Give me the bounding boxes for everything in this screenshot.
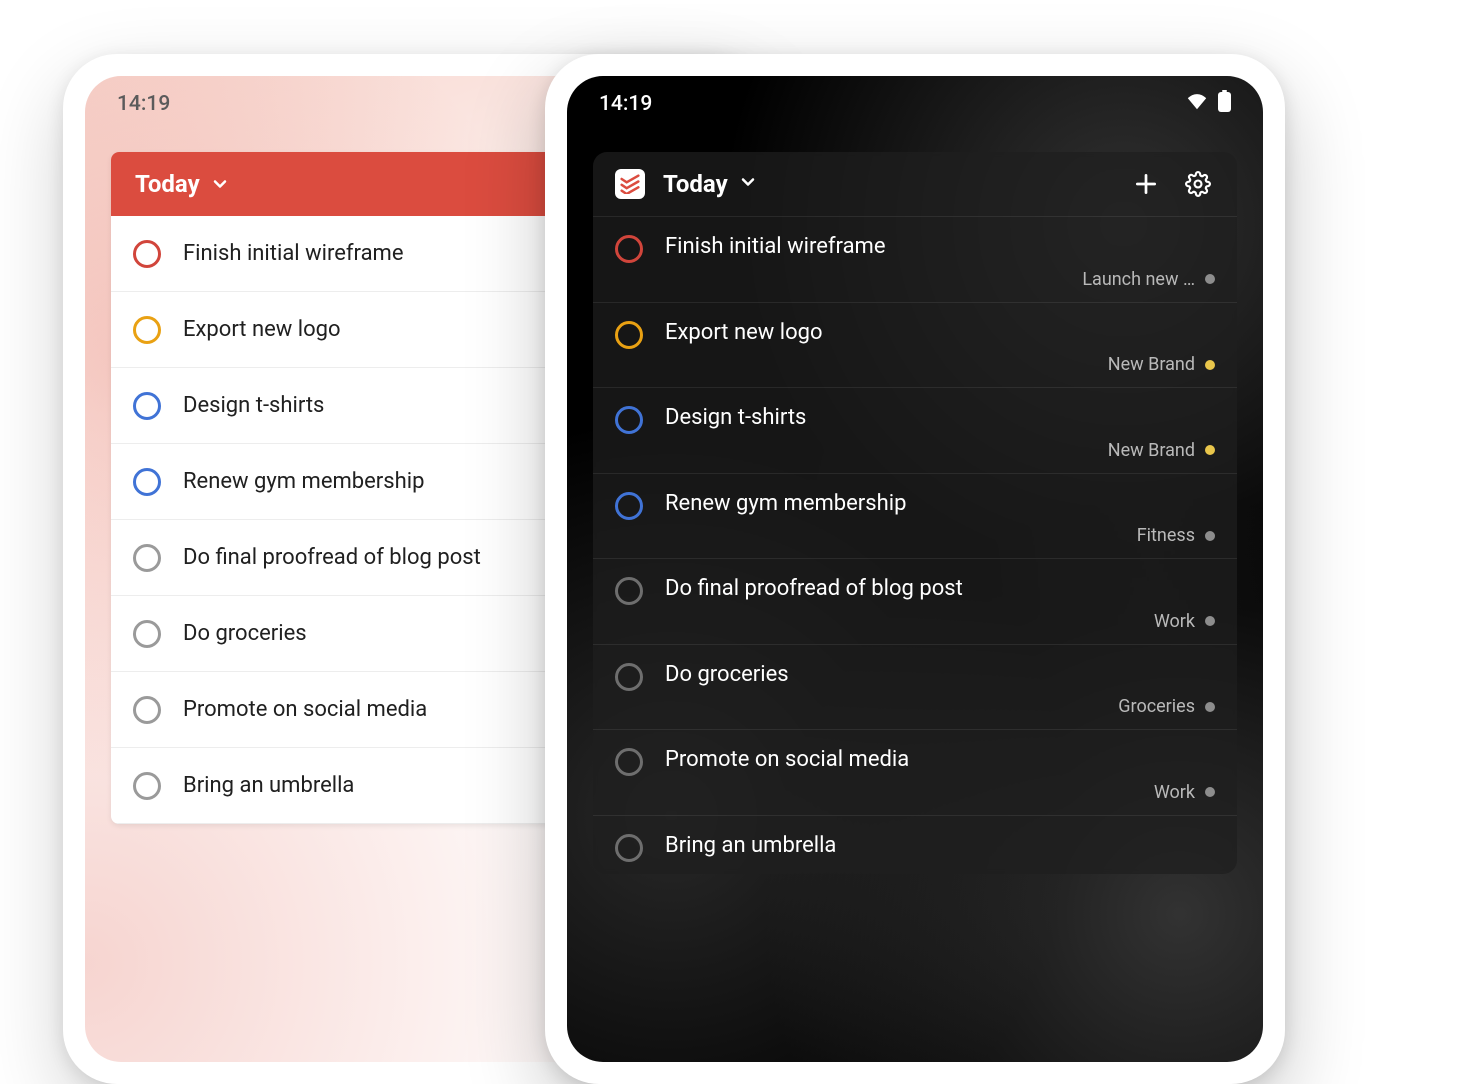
task-checkbox[interactable] xyxy=(133,620,161,648)
task-project: Work xyxy=(665,782,1215,803)
task-row[interactable]: Do final proofread of blog post Work xyxy=(593,558,1237,644)
task-checkbox[interactable] xyxy=(615,748,643,776)
task-title: Finish initial wireframe xyxy=(665,233,1215,261)
wifi-icon xyxy=(1186,92,1208,116)
add-task-button[interactable] xyxy=(1129,167,1163,201)
task-body: Renew gym membership Fitness xyxy=(665,490,1215,547)
task-checkbox[interactable] xyxy=(133,316,161,344)
task-title: Export new logo xyxy=(183,317,341,342)
project-label: Launch new … xyxy=(1082,269,1195,290)
project-color-dot xyxy=(1205,531,1215,541)
task-project: Work xyxy=(665,611,1215,632)
task-checkbox[interactable] xyxy=(133,544,161,572)
task-body: Export new logo New Brand xyxy=(665,319,1215,376)
task-checkbox[interactable] xyxy=(133,772,161,800)
project-color-dot xyxy=(1205,360,1215,370)
project-color-dot xyxy=(1205,787,1215,797)
task-title: Bring an umbrella xyxy=(183,773,354,798)
task-title: Renew gym membership xyxy=(665,490,1215,518)
project-label: New Brand xyxy=(1108,354,1195,375)
task-row[interactable]: Do groceries Groceries xyxy=(593,644,1237,730)
battery-icon xyxy=(1218,90,1231,118)
project-label: Fitness xyxy=(1137,525,1195,546)
statusbar-dark: 14:19 xyxy=(567,76,1263,132)
chevron-down-icon xyxy=(738,170,758,198)
settings-button[interactable] xyxy=(1181,167,1215,201)
task-row[interactable]: Promote on social media Work xyxy=(593,729,1237,815)
task-checkbox[interactable] xyxy=(133,392,161,420)
task-title: Design t-shirts xyxy=(183,393,324,418)
task-body: Do groceries Groceries xyxy=(665,661,1215,718)
task-checkbox[interactable] xyxy=(615,492,643,520)
task-title: Promote on social media xyxy=(665,746,1215,774)
task-body: Design t-shirts New Brand xyxy=(665,404,1215,461)
task-title: Do groceries xyxy=(183,621,307,646)
task-body: Do final proofread of blog post Work xyxy=(665,575,1215,632)
task-project: Groceries xyxy=(665,696,1215,717)
task-row[interactable]: Finish initial wireframe Launch new … xyxy=(593,216,1237,302)
device-dark: 14:19 Today xyxy=(545,54,1285,1084)
task-body: Finish initial wireframe Launch new … xyxy=(665,233,1215,290)
chevron-down-icon xyxy=(210,174,230,194)
task-checkbox[interactable] xyxy=(133,696,161,724)
project-label: Work xyxy=(1154,782,1195,803)
project-color-dot xyxy=(1205,616,1215,626)
screen-dark: 14:19 Today xyxy=(567,76,1263,1062)
task-title: Finish initial wireframe xyxy=(183,241,404,266)
task-title: Do final proofread of blog post xyxy=(665,575,1215,603)
view-title-light: Today xyxy=(135,170,200,198)
project-color-dot xyxy=(1205,445,1215,455)
task-title: Promote on social media xyxy=(183,697,427,722)
task-title: Do final proofread of blog post xyxy=(183,545,481,570)
clock-light: 14:19 xyxy=(117,92,170,116)
app-logo-icon[interactable] xyxy=(615,169,645,199)
widget-header-dark: Today xyxy=(593,152,1237,216)
task-title: Bring an umbrella xyxy=(665,832,1215,860)
view-title-dark: Today xyxy=(663,170,728,198)
task-checkbox[interactable] xyxy=(615,577,643,605)
project-label: Work xyxy=(1154,611,1195,632)
task-title: Do groceries xyxy=(665,661,1215,689)
task-row[interactable]: Renew gym membership Fitness xyxy=(593,473,1237,559)
task-row[interactable]: Bring an umbrella xyxy=(593,815,1237,874)
task-title: Export new logo xyxy=(665,319,1215,347)
task-project: New Brand xyxy=(665,354,1215,375)
task-widget-dark: Today Finish initial wireframeLaunch ne xyxy=(593,152,1237,874)
task-project: Fitness xyxy=(665,525,1215,546)
task-project: Launch new … xyxy=(665,269,1215,290)
task-body: Bring an umbrella xyxy=(665,832,1215,860)
project-color-dot xyxy=(1205,274,1215,284)
task-checkbox[interactable] xyxy=(615,235,643,263)
task-checkbox[interactable] xyxy=(133,468,161,496)
task-title: Design t-shirts xyxy=(665,404,1215,432)
status-icons xyxy=(1186,90,1231,118)
clock-dark: 14:19 xyxy=(599,92,652,116)
project-color-dot xyxy=(1205,702,1215,712)
task-project: New Brand xyxy=(665,440,1215,461)
project-label: New Brand xyxy=(1108,440,1195,461)
project-label: Groceries xyxy=(1118,696,1195,717)
view-selector-dark[interactable]: Today xyxy=(663,170,758,198)
task-checkbox[interactable] xyxy=(133,240,161,268)
task-title: Renew gym membership xyxy=(183,469,424,494)
task-row[interactable]: Export new logo New Brand xyxy=(593,302,1237,388)
task-checkbox[interactable] xyxy=(615,321,643,349)
task-row[interactable]: Design t-shirts New Brand xyxy=(593,387,1237,473)
task-body: Promote on social media Work xyxy=(665,746,1215,803)
task-checkbox[interactable] xyxy=(615,406,643,434)
task-checkbox[interactable] xyxy=(615,834,643,862)
task-checkbox[interactable] xyxy=(615,663,643,691)
